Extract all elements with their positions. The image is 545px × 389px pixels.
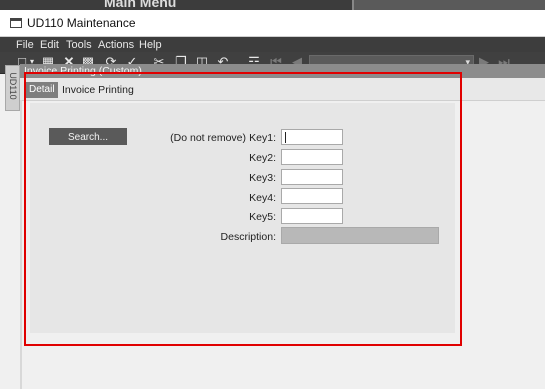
key5-field[interactable]	[281, 208, 343, 224]
title-bar[interactable]: UD110 Maintenance	[0, 10, 545, 37]
menu-tools[interactable]: Tools	[66, 39, 92, 51]
tab-detail-label: Detail	[29, 84, 55, 95]
key5-label: Key5:	[249, 211, 276, 223]
text-caret	[285, 132, 286, 143]
key1-field[interactable]	[281, 129, 343, 145]
side-tab-ud110[interactable]: UD110	[5, 65, 20, 111]
key1-label: Key1:	[249, 132, 276, 144]
key2-label: Key2:	[249, 152, 276, 164]
tab-strip: Detail Invoice Printing	[20, 78, 545, 101]
do-not-remove-note: (Do not remove)	[170, 132, 246, 144]
window-title: UD110 Maintenance	[27, 16, 136, 30]
key4-field[interactable]	[281, 188, 343, 204]
menu-help[interactable]: Help	[139, 39, 162, 51]
menu-edit[interactable]: Edit	[40, 39, 59, 51]
panel-header: Invoice Printing (Custom)	[20, 64, 545, 78]
divider	[20, 100, 22, 389]
menu-file[interactable]: File	[16, 39, 34, 51]
key3-field[interactable]	[281, 169, 343, 185]
tab-detail[interactable]: Detail	[26, 82, 58, 98]
window-icon	[10, 18, 22, 28]
key3-label: Key3:	[249, 172, 276, 184]
tab-invoice-printing-label: Invoice Printing	[62, 84, 134, 96]
panel-header-title: Invoice Printing (Custom)	[24, 65, 142, 77]
side-tab-label: UD110	[8, 72, 18, 100]
background-main-menu-title: Main Menu	[104, 0, 177, 10]
description-label: Description:	[220, 231, 276, 243]
menu-actions[interactable]: Actions	[98, 39, 134, 51]
description-field	[281, 227, 439, 244]
key2-field[interactable]	[281, 149, 343, 165]
key4-label: Key4:	[249, 192, 276, 204]
menu-bar: File Edit Tools Actions Help	[0, 37, 545, 52]
search-button[interactable]: Search...	[49, 128, 127, 145]
